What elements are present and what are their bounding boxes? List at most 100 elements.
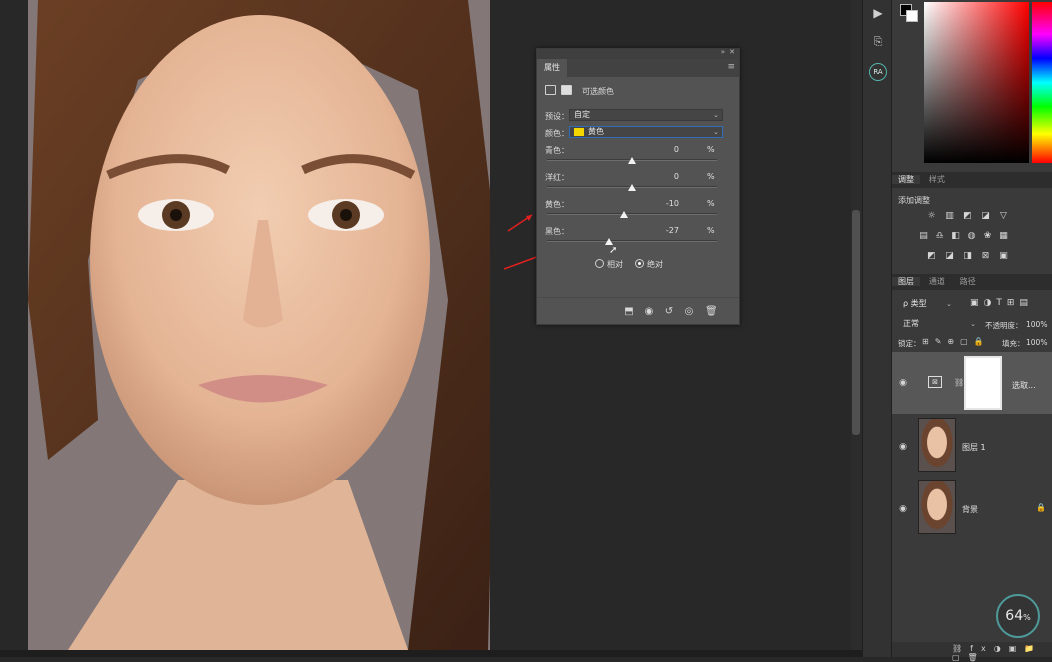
slider-label: 青色： [545, 146, 569, 155]
hue-saturation-icon[interactable]: ▤ [918, 231, 929, 242]
tab-styles[interactable]: 样式 [923, 175, 951, 184]
mask-icon[interactable] [561, 85, 572, 95]
background-color-swatch[interactable] [906, 10, 918, 22]
fill-label: 填充： [1002, 339, 1025, 348]
layer-mask-thumbnail[interactable] [964, 356, 1002, 410]
right-panel: 调整 样式 添加调整 ☼ ▥ ◩ ◪ ▽ ▤ ♎ ◧ ◍ ❀ ▦ ◩ ◪ ◨ ⊠… [892, 0, 1052, 662]
zoom-unit: % [1023, 613, 1031, 622]
colors-select[interactable]: 黄色 ⌄ [569, 126, 723, 138]
slider-unit: % [707, 226, 715, 235]
slider-value[interactable]: 0 [649, 145, 679, 154]
layer-row[interactable]: ◉ ⊠ ⛓ 选取... [892, 352, 1052, 414]
chevron-down-icon: ⌄ [713, 111, 719, 119]
layer-filter-select[interactable]: ρ 类型 ⌄ [898, 298, 956, 310]
tab-properties[interactable]: 属性 [537, 59, 567, 77]
threshold-icon[interactable]: ◨ [962, 251, 973, 262]
blend-mode-select[interactable]: 正常 ⌄ [898, 318, 980, 330]
vibrance-icon[interactable]: ▽ [998, 211, 1009, 222]
color-lookup-icon[interactable]: ▦ [998, 231, 1009, 242]
tab-channels[interactable]: 通道 [923, 277, 951, 286]
yellow-swatch-icon [574, 128, 584, 136]
history-brush-icon[interactable]: ⎘ [869, 33, 887, 51]
saturation-brightness-field[interactable] [924, 2, 1029, 163]
layer-name[interactable]: 图层 1 [962, 442, 986, 453]
color-balance-icon[interactable]: ♎ [934, 231, 945, 242]
ra-badge[interactable]: RA [869, 63, 887, 81]
channel-mixer-icon[interactable]: ❀ [982, 231, 993, 242]
adjustment-layer-icon[interactable] [545, 85, 556, 95]
brightness-icon[interactable]: ☼ [926, 211, 937, 222]
slider-label: 黑色： [545, 227, 569, 236]
chevron-down-icon: ⌄ [970, 320, 976, 328]
photo-filter-icon[interactable]: ◍ [966, 231, 977, 242]
layer-filter-icons[interactable]: ▣◑T⊞▤ [970, 298, 1050, 310]
tab-layers[interactable]: 图层 [892, 277, 920, 286]
play-icon[interactable]: ▶ [869, 4, 887, 22]
panel-menu-icon[interactable]: ≡ [727, 62, 735, 72]
panel-dock-strip: ▶ ⎘ RA [862, 0, 892, 657]
slider-unit: % [707, 172, 715, 181]
slider-value[interactable]: -27 [649, 226, 679, 235]
curves-icon[interactable]: ◩ [962, 211, 973, 222]
hue-slider[interactable] [1032, 2, 1052, 163]
adjustment-name: 可选颜色 [582, 87, 614, 96]
layer-name[interactable]: 背景 [962, 504, 978, 515]
invert-icon[interactable]: ◩ [926, 251, 937, 262]
collapse-icon[interactable]: » [721, 48, 725, 56]
slider-thumb[interactable] [628, 184, 636, 191]
color-picker-area [892, 0, 1052, 167]
posterize-icon[interactable]: ◪ [944, 251, 955, 262]
layer-thumbnail[interactable] [918, 480, 956, 534]
gradient-map-icon[interactable]: ▣ [998, 251, 1009, 262]
clip-to-layer-icon[interactable]: ⬒ [623, 306, 635, 318]
link-icon[interactable]: ⛓ [954, 378, 964, 387]
properties-panel: » ✕ 属性 ≡ 可选颜色 预设： 自定 ⌄ 颜色： 黄色 ⌄ 青色： 0 % … [536, 48, 740, 325]
reset-icon[interactable]: ↺ [663, 306, 675, 318]
black-white-icon[interactable]: ◧ [950, 231, 961, 242]
visibility-eye-icon[interactable]: ◎ [683, 306, 695, 318]
portrait-image [28, 0, 490, 650]
slider-track[interactable] [547, 240, 717, 242]
scrollbar-thumb[interactable] [852, 210, 860, 435]
panel-tabbar [537, 59, 739, 77]
slider-label: 洋红： [545, 173, 569, 182]
levels-icon[interactable]: ▥ [944, 211, 955, 222]
tab-adjustments[interactable]: 调整 [892, 175, 920, 184]
layer-thumbnail[interactable] [918, 418, 956, 472]
portrait-illustration [28, 0, 490, 650]
slider-thumb[interactable] [619, 211, 628, 218]
layer-filter-value: ρ 类型 [903, 299, 927, 308]
slider-track[interactable] [547, 213, 717, 215]
radio-absolute[interactable] [635, 259, 644, 268]
layers-footer-icons[interactable]: ⛓fx◑▣📁▢🗑 [952, 644, 1052, 662]
slider-thumb[interactable] [605, 238, 614, 245]
selective-color-icon[interactable]: ⊠ [980, 251, 991, 262]
exposure-icon[interactable]: ◪ [980, 211, 991, 222]
layer-row[interactable]: ◉ 图层 1 [892, 416, 1052, 478]
zoom-value: 64 [1005, 608, 1024, 624]
mouse-cursor-icon: ➚ [609, 245, 618, 256]
layers-footer: ⛓fx◑▣📁▢🗑 [892, 642, 1052, 662]
layer-name[interactable]: 选取... [1012, 380, 1036, 391]
lock-icons[interactable]: ⊞✎⊕▢🔒 [922, 337, 990, 346]
layer-row[interactable]: ◉ 背景 🔒 [892, 478, 1052, 540]
radio-relative[interactable] [595, 259, 604, 268]
panel-titlebar[interactable]: » ✕ [537, 48, 739, 59]
view-previous-state-icon[interactable]: ◉ [643, 306, 655, 318]
chevron-down-icon: ⌄ [713, 128, 719, 136]
slider-thumb[interactable] [628, 157, 636, 164]
eye-icon[interactable]: ◉ [898, 378, 908, 388]
close-icon[interactable]: ✕ [729, 48, 735, 56]
slider-value[interactable]: -10 [649, 199, 679, 208]
opacity-value[interactable]: 100% [1026, 320, 1047, 329]
tab-paths[interactable]: 路径 [954, 277, 982, 286]
eye-icon[interactable]: ◉ [898, 442, 908, 452]
canvas-horizontal-scrollbar[interactable] [0, 650, 862, 657]
slider-label: 黄色： [545, 200, 569, 209]
fill-value[interactable]: 100% [1026, 338, 1047, 347]
add-adjustment-label: 添加调整 [898, 196, 930, 205]
slider-value[interactable]: 0 [649, 172, 679, 181]
preset-select[interactable]: 自定 ⌄ [569, 109, 723, 121]
eye-icon[interactable]: ◉ [898, 504, 908, 514]
trash-icon[interactable]: 🗑 [705, 306, 718, 318]
